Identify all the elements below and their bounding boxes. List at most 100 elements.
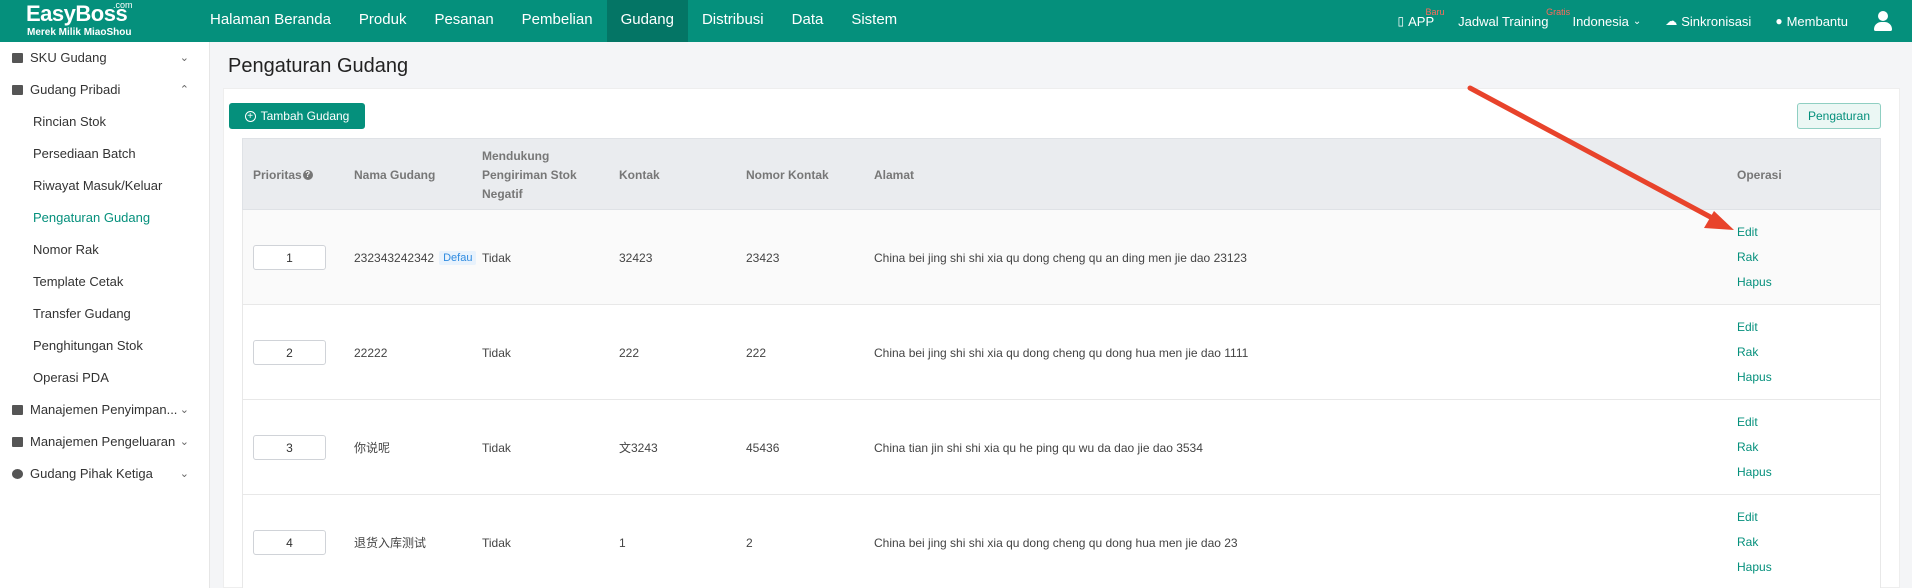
- chevron-up-icon: ⌃: [179, 84, 189, 96]
- sync-label: Sinkronisasi: [1681, 13, 1752, 29]
- phone-icon: ▯: [1397, 14, 1405, 28]
- chevron-down-icon: ⌄: [1632, 15, 1642, 27]
- training-schedule-link[interactable]: Jadwal Training Gratis: [1458, 7, 1570, 29]
- settings-button[interactable]: Pengaturan: [1797, 103, 1881, 129]
- nav-item-warehouse[interactable]: Gudang: [606, 0, 688, 42]
- sidebar-item-penghitungan-stok[interactable]: Penghitungan Stok: [0, 330, 209, 362]
- sidebar-group-sku-gudang[interactable]: SKU Gudang ⌄: [0, 42, 209, 74]
- col-priority-label: Prioritas: [253, 167, 302, 182]
- main-nav: Halaman Beranda Produk Pesanan Pembelian…: [196, 0, 911, 42]
- priority-input[interactable]: 2: [253, 340, 326, 365]
- sidebar-group-gudang-pribadi[interactable]: Gudang Pribadi ⌃: [0, 74, 209, 106]
- sku-icon: [12, 53, 23, 63]
- nav-item-orders[interactable]: Pesanan: [420, 0, 507, 42]
- address-cell: China bei jing shi shi xia qu dong cheng…: [874, 345, 1249, 360]
- table-row: 3 你说呢 Tidak 文3243 45436 China tian jin s…: [242, 400, 1881, 495]
- priority-input[interactable]: 1: [253, 245, 326, 270]
- table-row: 1 232343242342 Defau Tidak 32423 23423 C…: [242, 210, 1881, 305]
- col-negative-stock: Mendukung Pengiriman Stok Negatif: [482, 148, 577, 201]
- contact-cell: 32423: [619, 250, 653, 265]
- storage-icon: [12, 405, 23, 415]
- negative-stock-cell: Tidak: [482, 345, 511, 360]
- sidebar-group-manajemen-penyimpanan[interactable]: Manajemen Penyimpan... ⌄: [0, 394, 209, 426]
- nav-item-products[interactable]: Produk: [345, 0, 421, 42]
- training-label: Jadwal Training: [1458, 13, 1549, 29]
- priority-input[interactable]: 3: [253, 435, 326, 460]
- sidebar-item-template-cetak[interactable]: Template Cetak: [0, 266, 209, 298]
- operations-cell: Edit Rak Hapus: [1737, 305, 1772, 400]
- address-cell: China bei jing shi shi xia qu dong cheng…: [874, 535, 1238, 550]
- nav-item-data[interactable]: Data: [778, 0, 838, 42]
- priority-cell: 1: [253, 210, 326, 305]
- table-row: 4 退货入库测试 Tidak 1 2 China bei jing shi sh…: [242, 495, 1881, 588]
- operations-cell: Edit Rak Hapus: [1737, 210, 1772, 305]
- add-warehouse-button[interactable]: + Tambah Gudang: [229, 103, 365, 129]
- priority-cell: 3: [253, 400, 326, 495]
- name-cell: 232343242342 Defau: [354, 210, 477, 305]
- edit-link[interactable]: Edit: [1737, 320, 1772, 335]
- delete-link[interactable]: Hapus: [1737, 275, 1772, 290]
- contact-cell: 文3243: [619, 441, 658, 455]
- default-badge: Defau: [439, 250, 477, 265]
- sidebar-group-manajemen-pengeluaran[interactable]: Manajemen Pengeluaran ⌄: [0, 426, 209, 458]
- chevron-down-icon: ⌄: [179, 52, 189, 64]
- header-tools: ▯ APP Baru Jadwal Training Gratis Indone…: [1398, 0, 1912, 42]
- app-download-link[interactable]: ▯ APP Baru: [1397, 7, 1445, 29]
- delete-link[interactable]: Hapus: [1737, 560, 1772, 575]
- chevron-down-icon: ⌄: [179, 436, 189, 448]
- cloud-icon: ☁: [1665, 14, 1678, 28]
- warehouse-table: Prioritas ? Nama Gudang Mendukung Pengir…: [242, 138, 1881, 588]
- address-cell: China tian jin shi shi xia qu he ping qu…: [874, 440, 1203, 455]
- sidebar-item-persediaan-batch[interactable]: Persediaan Batch: [0, 138, 209, 170]
- priority-input[interactable]: 4: [253, 530, 326, 555]
- logo-subtitle: Merek Milik MiaoShou: [27, 27, 132, 38]
- col-address: Alamat: [874, 167, 915, 182]
- rack-link[interactable]: Rak: [1737, 250, 1772, 265]
- contact-cell: 222: [619, 345, 640, 360]
- sidebar-item-riwayat[interactable]: Riwayat Masuk/Keluar: [0, 170, 209, 202]
- col-priority: Prioritas ?: [253, 139, 313, 211]
- language-selector[interactable]: Indonesia ⌄: [1572, 14, 1641, 29]
- priority-cell: 4: [253, 495, 326, 588]
- outbound-icon: [12, 437, 23, 447]
- operations-cell: Edit Rak Hapus: [1737, 400, 1772, 495]
- help-button[interactable]: ● Membantu: [1775, 14, 1848, 29]
- warehouse-name: 你说呢: [354, 441, 391, 455]
- chevron-down-icon: ⌄: [179, 404, 189, 416]
- delete-link[interactable]: Hapus: [1737, 370, 1772, 385]
- nav-item-distribution[interactable]: Distribusi: [688, 0, 778, 42]
- edit-link[interactable]: Edit: [1737, 415, 1772, 430]
- warehouse-name: 22222: [354, 345, 388, 360]
- sidebar-item-nomor-rak[interactable]: Nomor Rak: [0, 234, 209, 266]
- edit-link[interactable]: Edit: [1737, 510, 1772, 525]
- rack-link[interactable]: Rak: [1737, 440, 1772, 455]
- user-avatar-icon[interactable]: [1872, 10, 1894, 32]
- sidebar-group-label: Gudang Pihak Ketiga: [30, 466, 153, 481]
- warehouse-icon: [12, 85, 23, 95]
- edit-link[interactable]: Edit: [1737, 225, 1772, 240]
- col-name: Nama Gudang: [354, 167, 436, 182]
- negative-stock-cell: Tidak: [482, 535, 511, 550]
- nav-item-system[interactable]: Sistem: [837, 0, 911, 42]
- nav-item-home[interactable]: Halaman Beranda: [196, 0, 345, 42]
- table-header: Prioritas ? Nama Gudang Mendukung Pengir…: [242, 138, 1881, 210]
- sidebar-group-gudang-pihak-ketiga[interactable]: Gudang Pihak Ketiga ⌄: [0, 458, 209, 490]
- sidebar-item-rincian-stok[interactable]: Rincian Stok: [0, 106, 209, 138]
- sidebar-item-operasi-pda[interactable]: Operasi PDA: [0, 362, 209, 394]
- chevron-down-icon: ⌄: [179, 468, 189, 480]
- rack-link[interactable]: Rak: [1737, 535, 1772, 550]
- sidebar-item-transfer-gudang[interactable]: Transfer Gudang: [0, 298, 209, 330]
- sidebar-group-label: Manajemen Pengeluaran: [30, 434, 176, 449]
- warehouse-name: 退货入库测试: [354, 536, 427, 550]
- sidebar-group-label: Manajemen Penyimpan...: [30, 402, 178, 417]
- delete-link[interactable]: Hapus: [1737, 465, 1772, 480]
- nav-item-purchases[interactable]: Pembelian: [508, 0, 607, 42]
- sync-button[interactable]: ☁ Sinkronisasi: [1665, 14, 1751, 29]
- negative-stock-cell: Tidak: [482, 250, 511, 265]
- sidebar-item-pengaturan-gudang[interactable]: Pengaturan Gudang: [0, 202, 209, 234]
- question-icon[interactable]: ?: [302, 170, 313, 180]
- language-label: Indonesia: [1572, 13, 1629, 29]
- col-operations: Operasi: [1737, 167, 1782, 182]
- rack-link[interactable]: Rak: [1737, 345, 1772, 360]
- app-logo[interactable]: EasyBoss .com Merek Milik MiaoShou: [0, 0, 210, 42]
